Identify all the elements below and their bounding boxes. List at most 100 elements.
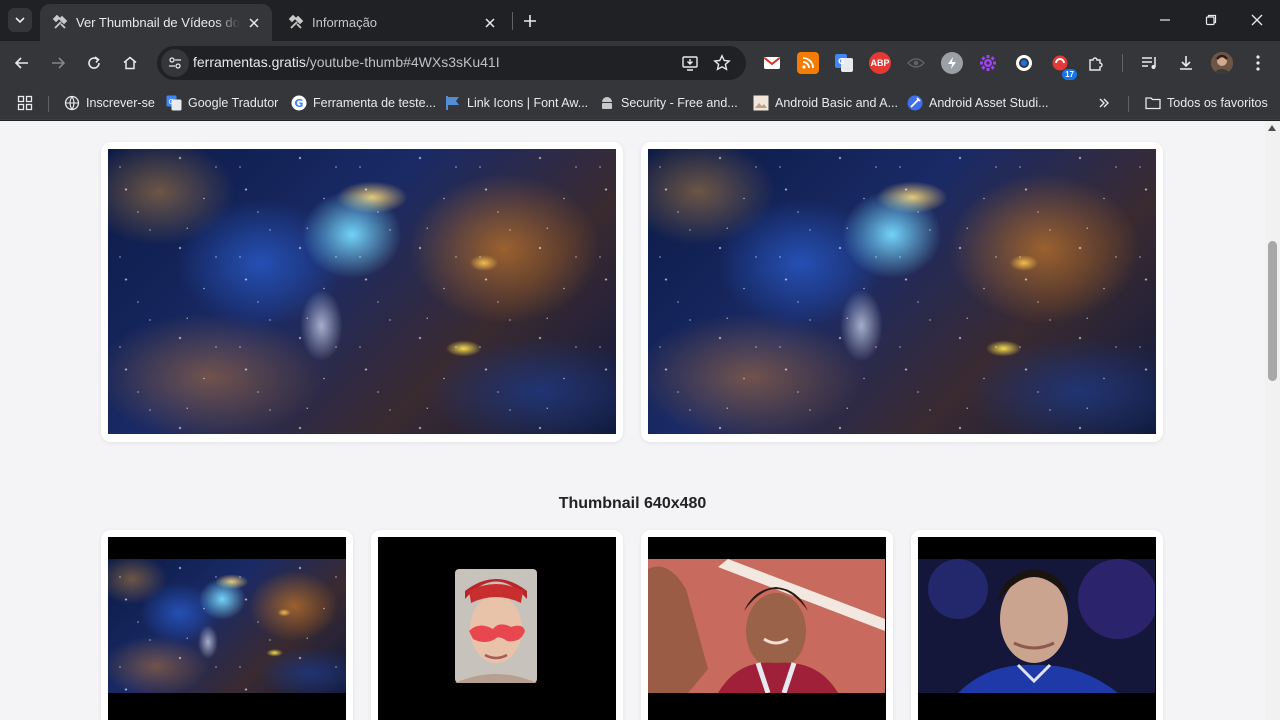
rss-extension[interactable] — [797, 52, 819, 74]
thumbnail-image[interactable] — [648, 149, 1156, 434]
install-icon — [682, 56, 698, 71]
tab-informacao[interactable]: Informação — [276, 4, 508, 41]
bookmarks-separator — [48, 96, 49, 112]
rss-icon — [802, 57, 814, 69]
tab-search-button[interactable] — [8, 8, 32, 32]
home-button[interactable] — [116, 49, 144, 77]
apps-grid-icon — [17, 95, 33, 111]
thumbnail-card[interactable] — [371, 530, 623, 720]
tune-icon — [169, 57, 181, 69]
all-bookmarks-folder[interactable]: Todos os favoritos — [1145, 92, 1268, 114]
minimize-button[interactable] — [1142, 0, 1188, 40]
install-app-button[interactable] — [680, 53, 700, 73]
home-icon — [123, 56, 137, 70]
extensions-menu-button[interactable] — [1085, 52, 1107, 74]
plus-icon — [524, 15, 536, 27]
thumbnail-card[interactable] — [641, 530, 893, 720]
nebula-frame — [108, 559, 346, 693]
eye-extension[interactable] — [905, 52, 927, 74]
thumbnail-card[interactable] — [641, 142, 1163, 442]
scroll-up-arrow[interactable] — [1268, 125, 1276, 131]
bookmark-google-tradutor[interactable]: G Google Tradutor — [166, 92, 278, 114]
new-tab-button[interactable] — [518, 9, 542, 33]
thumbnail-image[interactable] — [108, 149, 616, 434]
forward-button[interactable] — [44, 49, 72, 77]
browser-menu-button[interactable] — [1247, 52, 1269, 74]
downloads-button[interactable] — [1175, 52, 1197, 74]
restore-button[interactable] — [1188, 0, 1234, 40]
tab-title: Informação — [312, 15, 378, 30]
folder-icon — [1145, 95, 1161, 111]
notification-extension[interactable]: 17 — [1049, 52, 1077, 80]
bolt-extension[interactable] — [941, 52, 963, 74]
url-text[interactable]: ferramentas.gratis/youtube-thumb#4WXs3sK… — [193, 54, 500, 70]
site-info-button[interactable] — [161, 49, 189, 77]
close-tab-icon[interactable] — [482, 15, 498, 31]
bookmark-inscrever-se[interactable]: Inscrever-se — [64, 92, 155, 114]
magic-icon — [907, 95, 923, 111]
gear-flower-extension[interactable] — [977, 52, 999, 74]
media-controls-button[interactable] — [1139, 52, 1161, 74]
ring-extension[interactable] — [1013, 52, 1035, 74]
thumbnail-image[interactable] — [648, 537, 886, 720]
toolbar-separator — [1122, 54, 1123, 72]
gmail-icon — [763, 57, 781, 69]
close-tab-icon[interactable] — [246, 15, 262, 31]
thumbnail-card[interactable] — [101, 530, 353, 720]
address-bar[interactable]: ferramentas.gratis/youtube-thumb#4WXs3sK… — [157, 46, 746, 80]
svg-text:G: G — [169, 98, 174, 106]
section-title-640: Thumbnail 640x480 — [558, 495, 707, 512]
bookmark-label: Android Asset Studi... — [929, 96, 1049, 110]
double-chevron-right-icon — [1099, 98, 1109, 108]
bookmark-security[interactable]: Security - Free and... — [599, 92, 738, 114]
gmail-extension[interactable] — [761, 52, 783, 74]
reload-button[interactable] — [80, 49, 108, 77]
image-icon — [753, 95, 769, 111]
flag-icon — [445, 95, 461, 111]
bookmark-label: Ferramenta de teste... — [313, 96, 436, 110]
close-window-button[interactable] — [1234, 0, 1280, 40]
stars-overlay — [108, 559, 346, 693]
bookmarks-separator — [1128, 96, 1129, 112]
bookmark-ferramenta-de-teste[interactable]: G Ferramenta de teste... — [291, 92, 436, 114]
page-scrollbar[interactable] — [1265, 121, 1280, 720]
bookmark-label: Todos os favoritos — [1167, 96, 1268, 110]
bookmark-android-asset-studio[interactable]: Android Asset Studi... — [907, 92, 1049, 114]
tools-icon — [288, 14, 304, 29]
star-icon — [713, 54, 731, 71]
bookmark-star-button[interactable] — [712, 53, 732, 73]
tab-title: Ver Thumbnail de Vídeos do Youtube — [76, 15, 240, 30]
bookmark-link-icons[interactable]: Link Icons | Font Aw... — [445, 92, 588, 114]
translate-extension[interactable]: G — [833, 52, 855, 74]
bookmark-label: Link Icons | Font Aw... — [467, 96, 589, 110]
man-portrait-image — [918, 559, 1155, 693]
stars-overlay — [108, 149, 616, 434]
thumbnail-image[interactable] — [918, 537, 1156, 720]
bookmarks-bar: Inscrever-se G Google Tradutor G Ferrame… — [0, 86, 1280, 120]
tab-youtube-thumb[interactable]: Ver Thumbnail de Vídeos do Youtube — [40, 4, 272, 41]
woman-portrait-image — [455, 569, 537, 683]
apps-button[interactable] — [17, 92, 33, 114]
more-bookmarks-button[interactable] — [1098, 92, 1110, 114]
bookmark-label: Inscrever-se — [86, 96, 155, 110]
tab-separator — [512, 12, 513, 30]
thumbnail-card[interactable] — [101, 142, 623, 442]
puzzle-icon — [1089, 57, 1103, 71]
scrollbar-thumb[interactable] — [1268, 241, 1277, 381]
thumbnail-image[interactable] — [378, 537, 616, 720]
adblock-plus-extension[interactable]: ABP — [869, 52, 891, 74]
restore-icon — [1205, 14, 1217, 26]
thumbnail-image[interactable] — [108, 537, 346, 720]
gear-flower-icon — [980, 55, 996, 71]
bookmark-android-basic[interactable]: Android Basic and A... — [753, 92, 898, 114]
profile-avatar[interactable] — [1211, 52, 1233, 74]
svg-text:G: G — [838, 57, 845, 66]
reload-icon — [88, 56, 100, 69]
arrow-right-icon — [52, 57, 66, 69]
tools-icon — [52, 14, 68, 29]
adblock-plus-icon: ABP — [870, 58, 890, 68]
back-button[interactable] — [8, 49, 36, 77]
browser-toolbar: ferramentas.gratis/youtube-thumb#4WXs3sK… — [0, 41, 1280, 86]
thumbnail-card[interactable] — [911, 530, 1163, 720]
url-host: ferramentas.gratis — [193, 54, 306, 70]
